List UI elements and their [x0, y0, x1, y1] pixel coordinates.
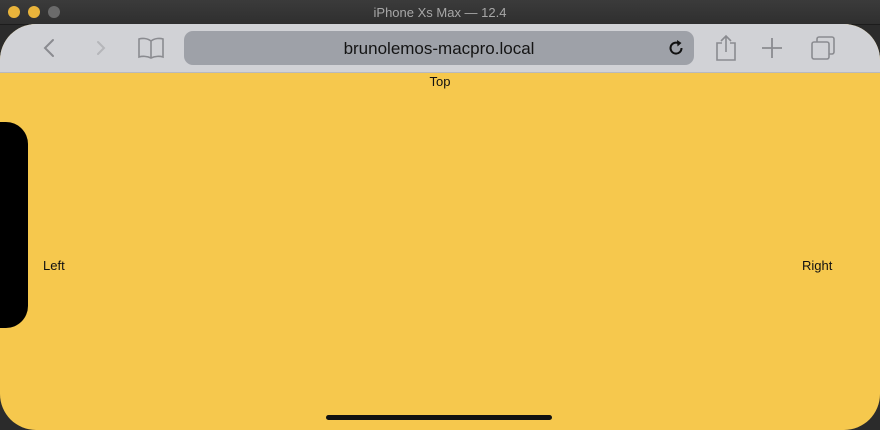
tabs-button[interactable] [808, 33, 838, 63]
forward-icon [97, 41, 106, 55]
home-indicator[interactable] [326, 415, 552, 420]
bookmarks-button[interactable] [136, 33, 166, 63]
left-label: Left [43, 258, 65, 273]
new-tab-icon [762, 38, 782, 58]
back-icon [43, 39, 54, 57]
new-tab-button[interactable] [757, 33, 787, 63]
share-icon [716, 34, 736, 61]
reload-icon [669, 40, 683, 55]
right-label: Right [802, 258, 833, 273]
tabs-icon [811, 36, 835, 60]
top-label: Top [429, 74, 451, 89]
address-bar[interactable]: brunolemos-macpro.local [184, 31, 694, 65]
device-notch [0, 122, 28, 328]
bookmarks-icon [138, 37, 164, 59]
safari-toolbar: brunolemos-macpro.local [0, 24, 880, 73]
url-text: brunolemos-macpro.local [343, 39, 535, 58]
window-title-bar: iPhone Xs Max — 12.4 [0, 0, 880, 25]
forward-button[interactable] [86, 33, 116, 63]
share-button[interactable] [711, 33, 741, 63]
back-button[interactable] [34, 33, 64, 63]
reload-button[interactable] [666, 38, 686, 58]
window-title: iPhone Xs Max — 12.4 [373, 5, 507, 20]
device-screen: brunolemos-macpro.local Top Left Right [0, 24, 880, 430]
